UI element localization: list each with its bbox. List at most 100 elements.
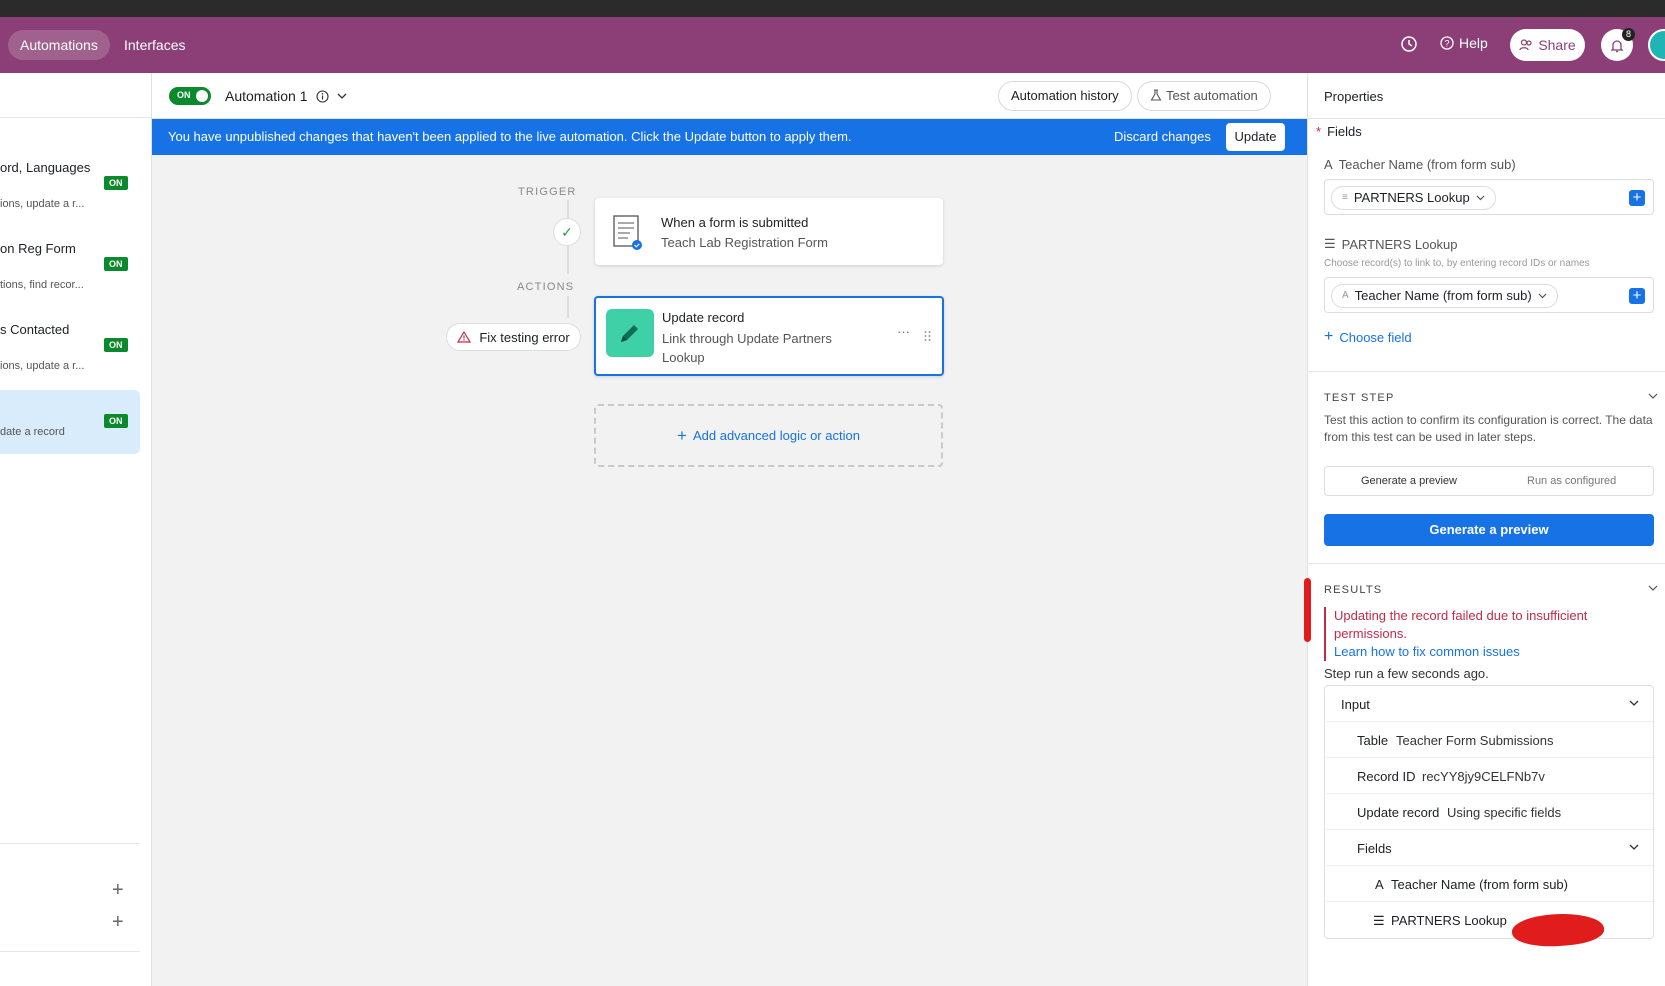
fix-issues-link[interactable]: Learn how to fix common issues	[1334, 644, 1520, 659]
chevron-down-icon[interactable]	[1648, 393, 1658, 400]
add-token-icon[interactable]: +	[1629, 288, 1645, 304]
nav-automations[interactable]: Automations	[8, 30, 110, 60]
pencil-icon	[606, 309, 654, 357]
top-bar: Automations Interfaces ? Help Share 8	[0, 17, 1665, 73]
chevron-down-icon	[1629, 844, 1639, 850]
chevron-down-icon	[1476, 195, 1485, 201]
automation-toggle[interactable]: ON	[169, 87, 211, 105]
field-name: PARTNERS Lookup	[1391, 913, 1507, 928]
check-icon: ✓	[553, 218, 581, 246]
toggle-label: ON	[177, 90, 191, 100]
sidebar-item-selected[interactable]: ON date a record	[0, 390, 140, 454]
input-update-row: Update record Using specific fields	[1325, 794, 1653, 830]
input-record-row: Record ID recYY8jy9CELFNb7v	[1325, 758, 1653, 794]
warning-icon	[457, 331, 472, 343]
text-field-icon: A	[1324, 157, 1333, 172]
connector-line	[567, 246, 569, 274]
help-icon: ?	[1440, 36, 1454, 50]
history-icon[interactable]	[1398, 33, 1420, 55]
flask-icon	[1150, 89, 1162, 101]
nav-interfaces[interactable]: Interfaces	[112, 30, 197, 60]
form-icon	[613, 215, 642, 250]
add-token-icon[interactable]: +	[1629, 190, 1645, 206]
notification-count: 8	[1622, 28, 1635, 41]
info-icon[interactable]	[315, 89, 329, 103]
step-run-status: Step run a few seconds ago.	[1324, 666, 1489, 681]
field2-label: ☰ PARTNERS Lookup	[1324, 236, 1458, 252]
field2-hint: Choose record(s) to link to, by entering…	[1324, 258, 1590, 269]
choose-field-button[interactable]: + Choose field	[1324, 328, 1412, 346]
field1-input[interactable]: ≡ PARTNERS Lookup +	[1324, 179, 1654, 215]
avatar[interactable]	[1648, 29, 1665, 61]
sidebar-item-title: s Contacted	[0, 322, 70, 337]
chevron-down-icon[interactable]	[337, 92, 347, 100]
drag-handle-icon[interactable]	[924, 330, 931, 342]
field-token[interactable]: ≡ PARTNERS Lookup	[1331, 186, 1496, 210]
add-icon[interactable]: +	[112, 911, 124, 934]
automation-history-button[interactable]: Automation history	[998, 81, 1132, 111]
lookup-icon: ☰	[1324, 236, 1336, 251]
automation-name-label: Automation 1	[225, 88, 308, 104]
input-header[interactable]: Input	[1325, 686, 1653, 722]
window-top-strip	[0, 0, 1665, 17]
banner-message: You have unpublished changes that haven'…	[168, 129, 852, 144]
tab-generate-preview[interactable]: Generate a preview	[1361, 475, 1457, 487]
field2-input[interactable]: A Teacher Name (from form sub) +	[1324, 277, 1654, 313]
automation-header: ON Automation 1 Automation history Test …	[152, 73, 1307, 119]
field-token[interactable]: A Teacher Name (from form sub)	[1331, 284, 1558, 308]
input-fields-row[interactable]: Fields	[1325, 830, 1653, 866]
people-icon	[1519, 39, 1532, 51]
results-title: RESULTS	[1324, 584, 1383, 596]
table-key: Table	[1357, 733, 1389, 748]
test-step-description: Test this action to confirm its configur…	[1324, 413, 1653, 444]
test-automation-label: Test automation	[1166, 88, 1258, 103]
svg-text:?: ?	[1444, 39, 1449, 49]
sidebar-divider	[0, 843, 140, 844]
bell-icon	[1610, 39, 1624, 52]
fix-testing-error-label: Fix testing error	[479, 329, 570, 345]
lookup-icon: ≡	[1342, 192, 1348, 203]
trigger-card[interactable]: When a form is submitted Teach Lab Regis…	[595, 198, 943, 265]
fix-testing-error-button[interactable]: Fix testing error	[446, 323, 581, 351]
sidebar-item[interactable]: s Contacted ON ions, update a r...	[0, 322, 140, 384]
test-automation-button[interactable]: Test automation	[1137, 81, 1271, 111]
fields-label: * Fields	[1316, 124, 1362, 139]
input-label: Input	[1341, 697, 1370, 712]
sidebar-item[interactable]: on Reg Form ON tions, find recor...	[0, 241, 140, 303]
update-button[interactable]: Update	[1226, 123, 1285, 151]
error-message: Updating the record failed due to insuff…	[1324, 607, 1646, 661]
chevron-down-icon[interactable]	[1648, 585, 1658, 592]
properties-title: Properties	[1324, 89, 1384, 104]
on-badge: ON	[104, 338, 128, 352]
trigger-title: When a form is submitted	[661, 215, 809, 230]
tab-run-as-configured[interactable]: Run as configured	[1527, 475, 1616, 487]
action-subtitle-2: Lookup	[662, 350, 705, 365]
automation-name[interactable]: Automation 1	[225, 88, 347, 104]
sidebar-header	[0, 73, 151, 118]
update-record-value: Using specific fields	[1447, 805, 1562, 820]
sidebar-item[interactable]: ord, Languages ON ions, update a r...	[0, 160, 140, 222]
lookup-icon: ☰	[1373, 913, 1385, 928]
generate-preview-button[interactable]: Generate a preview	[1324, 514, 1654, 546]
connector-line	[567, 296, 569, 318]
action-card[interactable]: Update record Link through Update Partne…	[594, 296, 944, 376]
sidebar-divider	[0, 951, 140, 952]
plus-icon: +	[1324, 328, 1334, 345]
test-step-title: TEST STEP	[1324, 392, 1395, 404]
share-button[interactable]: Share	[1510, 29, 1585, 61]
record-id-key: Record ID	[1357, 769, 1416, 784]
divider	[1308, 371, 1665, 372]
input-accordion: Input Table Teacher Form Submissions Rec…	[1324, 685, 1654, 939]
add-icon[interactable]: +	[112, 879, 124, 902]
add-advanced-logic-button[interactable]: + Add advanced logic or action	[594, 404, 943, 467]
properties-header: Properties	[1308, 73, 1665, 119]
table-value: Teacher Form Submissions	[1396, 733, 1554, 748]
toggle-knob	[196, 90, 208, 102]
help-button[interactable]: ? Help	[1440, 35, 1488, 51]
automations-sidebar: ord, Languages ON ions, update a r... on…	[0, 73, 152, 986]
error-text: Updating the record failed due to insuff…	[1334, 608, 1588, 641]
more-options-icon[interactable]: ···	[897, 324, 910, 339]
action-title: Update record	[662, 310, 745, 325]
trigger-subtitle: Teach Lab Registration Form	[661, 235, 828, 250]
discard-changes-link[interactable]: Discard changes	[1114, 129, 1211, 144]
